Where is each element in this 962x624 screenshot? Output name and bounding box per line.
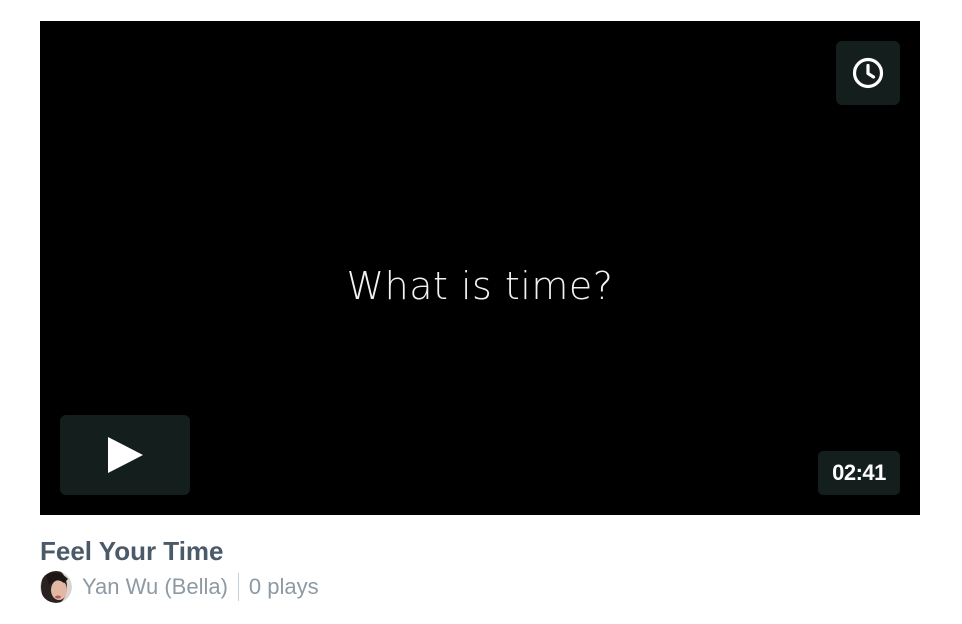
watch-later-button[interactable] xyxy=(836,41,900,105)
meta-divider xyxy=(237,573,239,601)
play-icon xyxy=(108,437,143,473)
clock-icon xyxy=(852,57,884,89)
duration-badge: 02:41 xyxy=(818,451,900,495)
plays-count: 0 plays xyxy=(248,574,319,599)
video-meta: Yan Wu (Bella) 0 plays xyxy=(40,571,319,603)
video-frame-text: What is time? xyxy=(346,264,614,308)
avatar[interactable] xyxy=(40,571,72,603)
play-button[interactable] xyxy=(60,415,190,495)
author-link[interactable]: Yan Wu (Bella) xyxy=(82,574,228,600)
video-title[interactable]: Feel Your Time xyxy=(40,535,224,567)
